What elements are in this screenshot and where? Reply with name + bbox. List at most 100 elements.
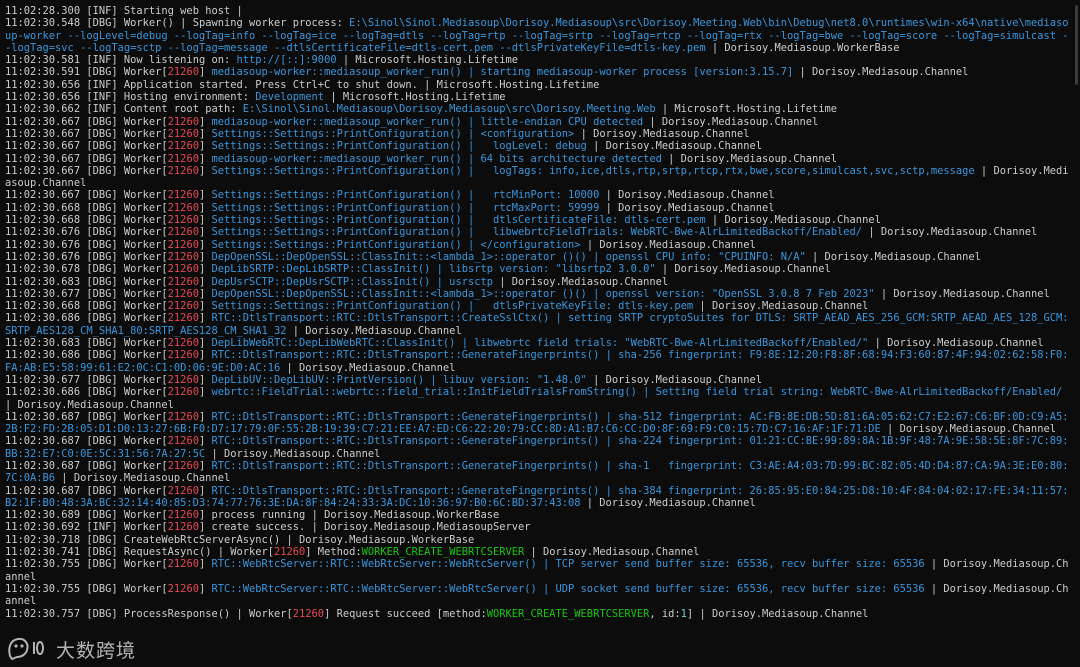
log-line: 11:02:30.686 [DBG] Worker[21260] RTC::Dt…: [5, 349, 1073, 374]
log-line: 11:02:30.667 [DBG] Worker[21260] Setting…: [5, 140, 1073, 152]
log-text: Worker[: [123, 127, 168, 140]
log-text: ]: [198, 582, 212, 595]
log-source: | Dorisoy.Mediasoup.Channel: [574, 127, 750, 140]
log-source: | Dorisoy.Mediasoup.Channel: [586, 373, 762, 386]
log-text: Worker[: [123, 140, 168, 153]
log-timestamp: 11:02:30.668: [5, 300, 87, 313]
log-level: [DBG]: [86, 558, 124, 571]
log-timestamp: 11:02:30.667: [5, 152, 87, 165]
log-message: RTC::WebRtcServer::RTC::WebRtcServer::We…: [211, 582, 925, 595]
log-text: Worker[: [123, 484, 168, 497]
log-timestamp: 11:02:30.683: [5, 275, 87, 288]
log-timestamp: 11:02:30.676: [5, 250, 87, 263]
log-level: [DBG]: [86, 17, 124, 30]
log-source: | Microsoft.Hosting.Lifetime: [655, 103, 838, 116]
log-source: | Dorisoy.Mediasoup.Channel: [793, 66, 969, 79]
log-line: 11:02:30.668 [DBG] Worker[21260] Setting…: [5, 300, 1073, 312]
log-line: 11:02:30.676 [DBG] Worker[21260] Setting…: [5, 239, 1073, 251]
log-process-id: 21260: [167, 238, 199, 251]
log-source: | Dorisoy.Mediasoup.Channel: [599, 201, 775, 214]
log-source: | Dorisoy.Mediasoup.Channel: [661, 152, 838, 165]
log-level: [DBG]: [86, 546, 124, 559]
log-text: Worker[: [123, 373, 168, 386]
log-message: Settings::Settings::PrintConfiguration()…: [211, 238, 581, 251]
log-source: | Dorisoy.Mediasoup.Channel: [693, 300, 869, 313]
log-process-id: 21260: [167, 337, 199, 350]
log-process-id: 21260: [167, 127, 199, 140]
log-timestamp: 11:02:30.668: [5, 214, 87, 227]
log-text: Worker[: [123, 263, 168, 276]
log-level: [DBG]: [86, 66, 124, 79]
log-level: [DBG]: [86, 275, 124, 288]
log-process-id: 21260: [167, 509, 199, 522]
scrollbar-thumb[interactable]: [1075, 5, 1078, 85]
log-text: Application started. Press Ctrl+C to shu…: [123, 78, 418, 91]
log-level: [DBG]: [86, 164, 124, 177]
log-line: 11:02:30.755 [DBG] Worker[21260] RTC::We…: [5, 583, 1073, 608]
log-timestamp: 11:02:30.686: [5, 349, 87, 362]
log-timestamp: 11:02:30.667: [5, 127, 87, 140]
log-source: | Dorisoy.Mediasoup.Channel: [492, 275, 669, 288]
log-level: [DBG]: [86, 373, 124, 386]
log-level: [DBG]: [86, 607, 124, 620]
log-timestamp: 11:02:30.741: [5, 546, 87, 559]
log-level: [DBG]: [86, 484, 124, 497]
log-process-id: 21260: [167, 582, 199, 595]
log-text: Hosting environment:: [123, 91, 256, 104]
log-level: [DBG]: [86, 312, 124, 325]
log-source: | Dorisoy.Mediasoup.WorkerBase: [280, 533, 475, 546]
terminal-scrollbar[interactable]: [1072, 5, 1078, 655]
log-message: Settings::Settings::PrintConfiguration()…: [211, 140, 587, 153]
log-text: Worker[: [123, 509, 168, 522]
log-timestamp: 11:02:30.676: [5, 238, 87, 251]
log-level: [DBG]: [86, 410, 124, 423]
log-level: [DBG]: [86, 140, 124, 153]
log-source: | Dorisoy.Mediasoup.Channel: [874, 287, 1050, 300]
log-source: | Dorisoy.Mediasoup.WorkerBase: [305, 509, 500, 522]
log-timestamp: 11:02:30.581: [5, 54, 87, 67]
log-level: [INF]: [86, 103, 124, 116]
log-text: RequestAsync() | Worker[: [123, 546, 275, 559]
log-source: | Dorisoy.Mediasoup.Channel: [705, 214, 881, 227]
log-message: Development: [255, 91, 325, 104]
log-process-id: 21260: [167, 435, 199, 448]
log-timestamp: 11:02:30.662: [5, 103, 87, 116]
log-text: ] create success.: [198, 521, 306, 534]
log-timestamp: 11:02:30.689: [5, 509, 87, 522]
log-line: 11:02:30.581 [INF] Now listening on: htt…: [5, 54, 1073, 66]
log-line: 11:02:30.667 [DBG] Worker[21260] Setting…: [5, 165, 1073, 190]
log-text: ProcessResponse() | Worker[: [123, 607, 293, 620]
log-timestamp: 11:02:30.667: [5, 189, 87, 202]
log-line: 11:02:30.686 [DBG] Worker[21260] RTC::Dt…: [5, 312, 1073, 337]
log-message: DepUsrSCTP::DepUsrSCTP::ClassInit() | us…: [211, 275, 493, 288]
log-timestamp: 11:02:30.692: [5, 521, 87, 534]
log-timestamp: 11:02:30.757: [5, 607, 87, 620]
log-text: ] Method:: [305, 546, 362, 559]
log-process-id: 21260: [167, 115, 199, 128]
log-line: 11:02:30.591 [DBG] Worker[21260] mediaso…: [5, 66, 1073, 78]
log-process-id: 21260: [292, 607, 325, 620]
log-message: mediasoup-worker::mediasoup_worker_run()…: [211, 66, 794, 79]
log-text: ]: [198, 459, 212, 472]
log-line: 11:02:30.757 [DBG] ProcessResponse() | W…: [5, 608, 1073, 620]
log-process-id: 21260: [167, 484, 199, 497]
log-text: ]: [198, 226, 212, 239]
log-text: Worker[: [123, 312, 168, 325]
log-timestamp: 11:02:30.687: [5, 459, 87, 472]
log-text: Now listening on:: [123, 54, 237, 67]
log-level: [INF]: [86, 521, 124, 534]
log-line: 11:02:30.687 [DBG] Worker[21260] RTC::Dt…: [5, 460, 1073, 485]
log-text: Starting web host |: [123, 5, 243, 17]
log-process-id: 21260: [167, 275, 199, 288]
log-line: 11:02:30.687 [DBG] Worker[21260] RTC::Dt…: [5, 485, 1073, 510]
log-message: Settings::Settings::PrintConfiguration()…: [211, 300, 694, 313]
log-line: 11:02:28.300 [INF] Starting web host |: [5, 5, 1073, 17]
log-line: 11:02:30.668 [DBG] Worker[21260] Setting…: [5, 214, 1073, 226]
log-process-id: 21260: [167, 201, 199, 214]
log-source: | Microsoft.Hosting.Lifetime: [417, 78, 600, 91]
log-text: , id:: [649, 607, 681, 620]
log-line: 11:02:30.741 [DBG] RequestAsync() | Work…: [5, 546, 1073, 558]
log-timestamp: 11:02:30.668: [5, 201, 87, 214]
log-message: DepOpenSSL::DepOpenSSL::ClassInit::<lamb…: [211, 287, 875, 300]
log-process-id: 21260: [167, 152, 199, 165]
